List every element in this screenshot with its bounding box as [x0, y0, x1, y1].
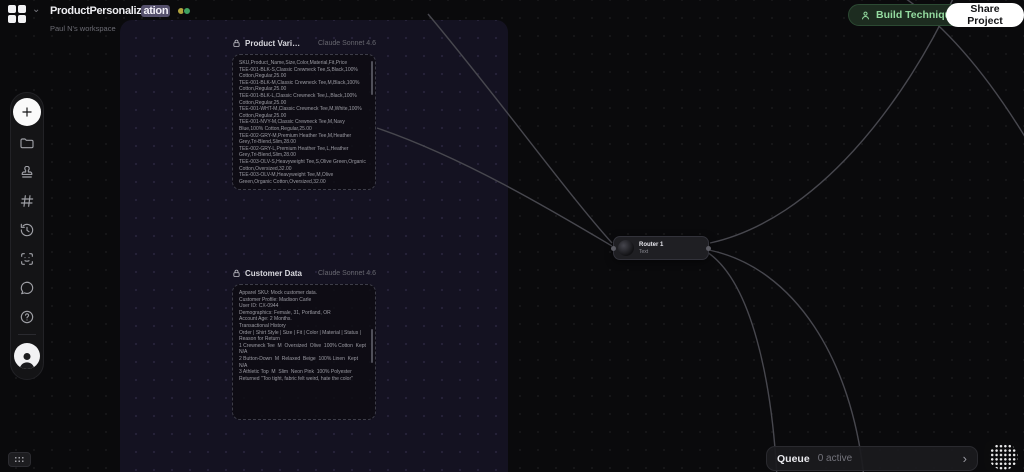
folder-icon[interactable]: [19, 135, 35, 151]
node-header-customer-data[interactable]: Customer Data Claude Sonnet 4.6: [232, 266, 376, 280]
node-title[interactable]: Product Vari…: [245, 39, 300, 48]
grid-snap-button[interactable]: [8, 452, 31, 467]
queue-bar[interactable]: Queue 0 active ›: [766, 446, 978, 471]
scrollbar-thumb[interactable]: [371, 61, 373, 95]
pattern-toggle-button[interactable]: [984, 440, 1022, 472]
help-icon[interactable]: [19, 309, 35, 325]
add-node-button[interactable]: [13, 98, 41, 126]
lock-icon: [232, 269, 241, 278]
chevron-down-icon[interactable]: ⌄: [32, 4, 40, 15]
edge-router-to-bottom-b: [708, 249, 864, 472]
queue-label: Queue: [777, 452, 810, 465]
node-model-label[interactable]: Claude Sonnet 4.6: [318, 40, 376, 47]
canvas[interactable]: Product Vari… Claude Sonnet 4.6 SKU,Prod…: [0, 0, 1024, 472]
person-icon: [860, 10, 871, 21]
node-model-label[interactable]: Claude Sonnet 4.6: [318, 270, 376, 277]
collab-text-selection: ation: [141, 5, 171, 17]
scan-face-icon[interactable]: [19, 251, 35, 267]
node-thumbnail: [618, 240, 634, 256]
stamp-icon[interactable]: [19, 164, 35, 180]
chevron-right-icon[interactable]: ›: [963, 452, 967, 465]
input-port[interactable]: [611, 246, 616, 251]
node-header-product-variants[interactable]: Product Vari… Claude Sonnet 4.6: [232, 36, 376, 50]
node-title[interactable]: Customer Data: [245, 269, 302, 278]
node-card-customer-data[interactable]: Apparel SKU: Mock customer data. Custome…: [232, 284, 376, 420]
hash-icon[interactable]: [19, 193, 35, 209]
node-title: Router 1: [639, 241, 664, 248]
node-card-product-variants[interactable]: SKU,Product_Name,Size,Color,Material,Fit…: [232, 54, 376, 190]
app-logo[interactable]: [8, 5, 28, 23]
edge-router-to-topright: [709, 0, 954, 244]
lock-icon: [232, 39, 241, 48]
toolbar: [10, 92, 44, 380]
halftone-icon: [988, 442, 1018, 470]
queue-status: 0 active: [817, 453, 853, 464]
chat-icon[interactable]: [19, 280, 35, 296]
toolbar-divider: [18, 334, 36, 335]
connection-edges: [376, 0, 1024, 472]
workspace-label: Paul N's workspace: [50, 24, 116, 33]
edge-product-to-router: [376, 127, 613, 247]
scrollbar-thumb[interactable]: [371, 329, 373, 363]
history-icon[interactable]: [19, 222, 35, 238]
edge-top-to-router: [427, 13, 613, 244]
share-project-button[interactable]: Share Project: [946, 3, 1024, 27]
edge-router-to-bottom-a: [706, 251, 778, 472]
project-title[interactable]: ProductPersonaliz ation: [50, 5, 171, 17]
collaborator-dot: [183, 7, 192, 15]
grid-dots-icon: [14, 455, 25, 464]
node-body-text[interactable]: SKU,Product_Name,Size,Color,Material,Fit…: [239, 60, 367, 185]
collaborator-presence: [177, 7, 192, 15]
node-router[interactable]: Router 1 Text: [611, 236, 711, 260]
avatar[interactable]: [14, 343, 40, 369]
node-body-text[interactable]: Apparel SKU: Mock customer data. Custome…: [239, 290, 367, 382]
plus-icon: [20, 105, 34, 119]
node-subtitle: Text: [639, 248, 649, 255]
output-port[interactable]: [706, 246, 711, 251]
